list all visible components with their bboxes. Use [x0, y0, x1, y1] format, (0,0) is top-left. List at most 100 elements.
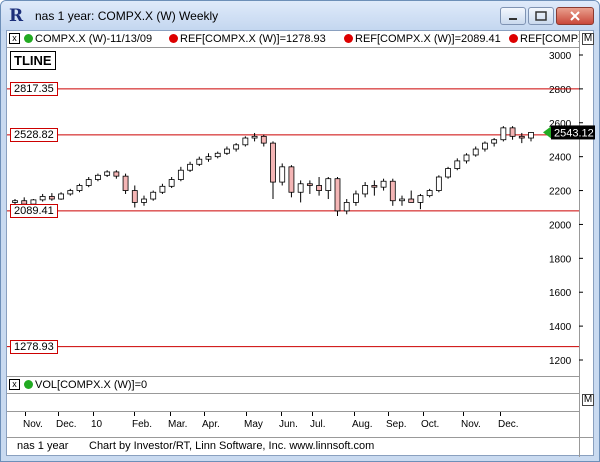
- candle-body: [39, 196, 46, 201]
- x-tick-label: Aug.: [352, 419, 373, 430]
- tline-label[interactable]: TLINE: [10, 51, 56, 70]
- x-tick: [93, 412, 94, 416]
- candle-body: [168, 179, 175, 187]
- candle-body: [353, 193, 359, 203]
- x-tick-label: Nov.: [461, 419, 481, 430]
- candle-body: [141, 198, 147, 203]
- legend-dot-icon: [344, 34, 353, 43]
- price-chart[interactable]: 3000280026002400220020001800160014001200…: [7, 47, 595, 392]
- x-axis: Nov. Dec. 10 Feb. Mar. Apr. May Jun. Jul. Aug. Sep…: [7, 411, 579, 434]
- status-bar: nas 1 year Chart by Investor/RT, Linn So…: [7, 437, 593, 456]
- chart-panel: x COMPX.X (W)-11/13/09 REF[COMPX.X (W)]=1…: [6, 30, 595, 457]
- x-tick: [423, 412, 424, 416]
- candle-body: [482, 142, 488, 150]
- x-tick-label: Oct.: [421, 419, 440, 430]
- ref-line-label[interactable]: 2817.35: [10, 81, 58, 96]
- candle-body: [260, 135, 267, 144]
- x-tick: [25, 412, 26, 416]
- price-badge-arrow-icon: [543, 126, 551, 139]
- y-tick-label: 1600: [549, 288, 572, 299]
- x-tick: [58, 412, 59, 416]
- candle-body: [472, 148, 479, 156]
- title-bar[interactable]: R nas 1 year: COMPX.X (W) Weekly: [1, 1, 599, 31]
- legend-item-label[interactable]: REF[COMPX.X (W)]=2089.41: [355, 33, 501, 45]
- candle-body: [58, 193, 64, 200]
- x-tick: [170, 412, 171, 416]
- y-tick-label: 2200: [549, 187, 572, 198]
- candle-body: [297, 183, 304, 193]
- candle-body: [399, 198, 405, 202]
- x-tick-label: Dec.: [498, 419, 519, 430]
- x-tick: [204, 412, 205, 416]
- candle-body: [362, 185, 369, 195]
- window-title: nas 1 year: COMPX.X (W) Weekly: [35, 9, 219, 23]
- legend-item-label[interactable]: REF[COMPX.X (W)]=1278.93: [180, 33, 326, 45]
- ref-line-label[interactable]: 2089.41: [10, 203, 58, 218]
- x-tick-label: Jun.: [279, 419, 298, 430]
- x-tick-label: 10: [91, 419, 103, 430]
- legend-dot-icon: [169, 34, 178, 43]
- candle-body: [233, 144, 240, 150]
- investor-rt-logo-icon: R: [9, 6, 24, 26]
- candle-body: [435, 176, 442, 191]
- y-tick-label: 1400: [549, 322, 572, 333]
- x-tick-label: Apr.: [202, 419, 220, 430]
- minimize-icon: [509, 18, 517, 20]
- candle-body: [408, 198, 415, 203]
- status-credit: Chart by Investor/RT, Linn Software, Inc…: [89, 440, 375, 452]
- legend-close-box[interactable]: x: [9, 33, 20, 44]
- candle-body: [196, 158, 203, 165]
- y-tick-label: 1800: [549, 254, 572, 265]
- candle-body: [251, 135, 258, 139]
- x-tick: [388, 412, 389, 416]
- candle-body: [67, 190, 74, 195]
- maximize-button[interactable]: [528, 7, 554, 25]
- status-symbol-list: nas 1 year: [17, 440, 69, 452]
- candle-body: [306, 183, 313, 186]
- candle-body: [445, 168, 451, 178]
- candle-body: [159, 185, 166, 193]
- price-badge: 2543.12: [554, 127, 594, 139]
- x-tick-label: Sep.: [386, 419, 407, 430]
- x-tick-label: Feb.: [132, 419, 153, 430]
- legend-item-label[interactable]: REF[COMPX.X (W)]=2817.35: [520, 33, 579, 45]
- x-tick-label: Jul.: [310, 419, 326, 430]
- candle-body: [389, 180, 396, 202]
- candle-body: [104, 171, 111, 176]
- m-scale-button-top[interactable]: M: [582, 33, 594, 45]
- candle-body: [113, 171, 120, 177]
- candle-body: [316, 185, 322, 191]
- y-tick-label: 3000: [549, 51, 572, 62]
- candle-body: [214, 152, 221, 158]
- candle-body: [76, 185, 83, 191]
- candle-body: [122, 175, 129, 191]
- legend-bar: x COMPX.X (W)-11/13/09 REF[COMPX.X (W)]=1…: [7, 31, 579, 48]
- candle-body: [491, 139, 498, 144]
- candle-body: [279, 166, 286, 183]
- volume-label: VOL[COMPX.X (W)]=0: [35, 379, 148, 391]
- x-tick-label: Dec.: [56, 419, 77, 430]
- candle-body: [85, 179, 92, 186]
- candle-body: [454, 160, 461, 169]
- close-icon: [570, 11, 580, 21]
- ref-line-label[interactable]: 2528.82: [10, 127, 58, 142]
- y-tick-label: 2400: [549, 153, 572, 164]
- x-tick: [281, 412, 282, 416]
- candle-body: [12, 200, 18, 203]
- close-button[interactable]: [556, 7, 594, 25]
- maximize-icon: [535, 11, 547, 21]
- x-tick: [463, 412, 464, 416]
- volume-close-box[interactable]: x: [9, 379, 20, 390]
- ref-line-label[interactable]: 1278.93: [10, 339, 58, 354]
- m-scale-button-bottom[interactable]: M: [582, 394, 594, 406]
- minimize-button[interactable]: [500, 7, 526, 25]
- candle-body: [518, 135, 525, 139]
- x-tick: [134, 412, 135, 416]
- legend-item-label[interactable]: COMPX.X (W)-11/13/09: [35, 33, 152, 45]
- x-tick-label: Mar.: [168, 419, 188, 430]
- y-tick-label: 1200: [549, 356, 572, 367]
- candle-body: [426, 190, 433, 197]
- candle-body: [242, 137, 249, 146]
- x-tick-label: Nov.: [23, 419, 43, 430]
- x-tick-label: May: [244, 419, 263, 430]
